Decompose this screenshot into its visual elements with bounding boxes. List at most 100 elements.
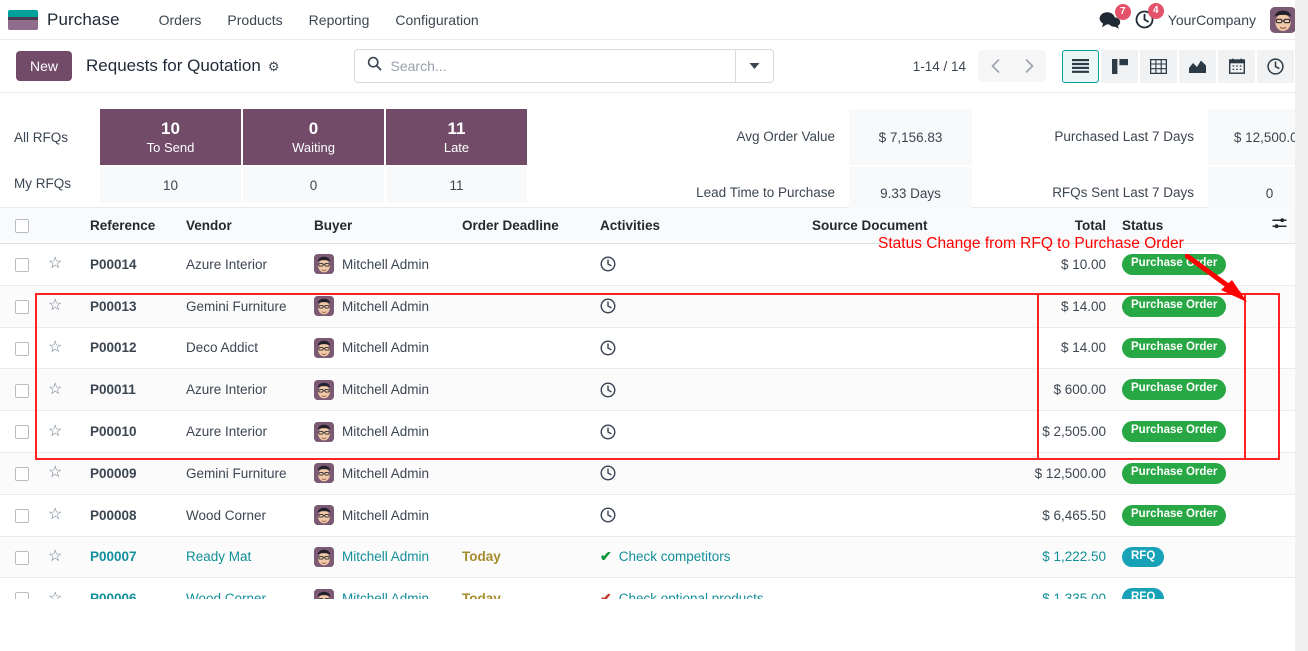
schedule-activity-icon[interactable]: [600, 465, 616, 481]
row-checkbox[interactable]: [15, 425, 29, 440]
cell-total[interactable]: $ 1,222.50: [1004, 536, 1114, 579]
cell-buyer[interactable]: Mitchell Admin: [306, 452, 454, 495]
messages-icon[interactable]: 7: [1099, 3, 1131, 29]
cell-buyer[interactable]: Mitchell Admin: [306, 494, 454, 537]
company-name[interactable]: YourCompany: [1168, 12, 1256, 28]
cell-vendor[interactable]: Azure Interior: [178, 243, 306, 286]
table-row[interactable]: ☆ P00007 Ready Mat Mitchell Admin Today ✔ Chec…: [0, 536, 1297, 579]
cell-buyer[interactable]: Mitchell Admin: [306, 243, 454, 286]
kanban-icon[interactable]: [1101, 49, 1138, 83]
schedule-activity-icon[interactable]: [600, 424, 616, 440]
cell-vendor[interactable]: Wood Corner: [178, 577, 306, 599]
cell-reference[interactable]: P00010: [82, 410, 178, 453]
options-sliders-icon[interactable]: [1272, 217, 1287, 230]
cell-buyer[interactable]: Mitchell Admin: [306, 577, 454, 599]
cell-total[interactable]: $ 600.00: [1004, 368, 1114, 412]
cell-status[interactable]: Purchase Order: [1114, 285, 1264, 328]
cell-buyer[interactable]: Mitchell Admin: [306, 327, 454, 370]
user-avatar[interactable]: [1270, 6, 1296, 33]
star-icon[interactable]: ☆: [48, 548, 62, 565]
menu-item-reporting[interactable]: Reporting: [296, 3, 383, 37]
cell-total[interactable]: $ 14.00: [1004, 285, 1114, 328]
row-checkbox[interactable]: [15, 383, 29, 398]
activity-label[interactable]: Check optional products: [619, 591, 764, 599]
cell-order-deadline[interactable]: Today: [454, 577, 592, 599]
pager-next-button[interactable]: [1012, 50, 1046, 82]
calendar-icon[interactable]: [1218, 49, 1255, 83]
cell-total[interactable]: $ 1,335.00: [1004, 577, 1114, 599]
cell-reference[interactable]: P00011: [82, 368, 178, 412]
cell-source-document[interactable]: [804, 577, 1004, 599]
my-rfqs-late-tile[interactable]: 11: [386, 167, 527, 203]
cell-total[interactable]: $ 6,465.50: [1004, 494, 1114, 537]
cell-vendor[interactable]: Deco Addict: [178, 327, 306, 370]
cell-total[interactable]: $ 2,505.00: [1004, 410, 1114, 453]
cell-status[interactable]: Purchase Order: [1114, 327, 1264, 370]
row-checkbox[interactable]: [15, 341, 29, 356]
table-row[interactable]: ☆ P00013 Gemini Furniture Mitchell Admin $ 1…: [0, 285, 1297, 328]
row-checkbox[interactable]: [15, 592, 29, 599]
cell-source-document[interactable]: [804, 494, 1004, 537]
cell-status[interactable]: Purchase Order: [1114, 410, 1264, 453]
row-checkbox[interactable]: [15, 508, 29, 523]
menu-item-configuration[interactable]: Configuration: [382, 3, 491, 37]
schedule-activity-icon[interactable]: [600, 256, 616, 272]
table-row[interactable]: ☆ P00012 Deco Addict Mitchell Admin $ 14.00 P…: [0, 327, 1297, 370]
all-rfqs-late-tile[interactable]: 11 Late: [386, 109, 527, 165]
cell-vendor[interactable]: Wood Corner: [178, 494, 306, 537]
cell-activities[interactable]: [592, 494, 804, 537]
cell-vendor[interactable]: Ready Mat: [178, 536, 306, 579]
cell-source-document[interactable]: [804, 327, 1004, 370]
cell-buyer[interactable]: Mitchell Admin: [306, 368, 454, 412]
cell-activities[interactable]: ✔ Check competitors: [592, 536, 804, 579]
header-buyer[interactable]: Buyer: [306, 208, 454, 244]
pager-previous-button[interactable]: [978, 50, 1012, 82]
pivot-icon[interactable]: [1140, 49, 1177, 83]
star-icon[interactable]: ☆: [48, 590, 62, 599]
cell-order-deadline[interactable]: [454, 410, 592, 453]
cell-reference[interactable]: P00013: [82, 285, 178, 328]
cell-source-document[interactable]: [804, 368, 1004, 412]
cell-buyer[interactable]: Mitchell Admin: [306, 410, 454, 453]
row-checkbox[interactable]: [15, 550, 29, 565]
table-row[interactable]: ☆ P00008 Wood Corner Mitchell Admin $ 6,465.…: [0, 494, 1297, 537]
cell-source-document[interactable]: [804, 285, 1004, 328]
cell-status[interactable]: RFQ: [1114, 536, 1264, 579]
cell-buyer[interactable]: Mitchell Admin: [306, 536, 454, 579]
cell-reference[interactable]: P00008: [82, 494, 178, 537]
star-icon[interactable]: ☆: [48, 506, 62, 523]
cell-order-deadline[interactable]: [454, 494, 592, 537]
my-rfqs-waiting-tile[interactable]: 0: [243, 167, 384, 203]
star-icon[interactable]: ☆: [48, 381, 62, 398]
cell-activities[interactable]: ✔ Check optional products: [592, 577, 804, 599]
cell-order-deadline[interactable]: [454, 327, 592, 370]
activity-clock-icon[interactable]: [1257, 49, 1294, 83]
cell-status[interactable]: Purchase Order: [1114, 452, 1264, 495]
cell-vendor[interactable]: Gemini Furniture: [178, 285, 306, 328]
cell-reference[interactable]: P00014: [82, 243, 178, 286]
header-activities[interactable]: Activities: [592, 208, 804, 244]
table-row[interactable]: ☆ P00006 Wood Corner Mitchell Admin Today ✔ Ch…: [0, 577, 1297, 599]
search-bar[interactable]: [353, 49, 774, 83]
cell-activities[interactable]: [592, 243, 804, 286]
cell-activities[interactable]: [592, 410, 804, 453]
star-icon[interactable]: ☆: [48, 339, 62, 356]
cell-status[interactable]: Purchase Order: [1114, 368, 1264, 412]
search-input[interactable]: [390, 50, 735, 82]
purchased-last-7-days-value[interactable]: $ 12,500.00: [1208, 109, 1308, 165]
cell-order-deadline[interactable]: [454, 368, 592, 412]
cell-status[interactable]: RFQ: [1114, 577, 1264, 599]
row-checkbox[interactable]: [15, 258, 29, 273]
header-reference[interactable]: Reference: [82, 208, 178, 244]
cell-source-document[interactable]: [804, 536, 1004, 579]
cell-source-document[interactable]: [804, 452, 1004, 495]
graph-icon[interactable]: [1179, 49, 1216, 83]
table-row[interactable]: ☆ P00010 Azure Interior Mitchell Admin $ 2,5…: [0, 410, 1297, 453]
list-icon[interactable]: [1062, 49, 1099, 83]
menu-item-products[interactable]: Products: [214, 3, 295, 37]
cell-activities[interactable]: [592, 452, 804, 495]
cell-reference[interactable]: P00006: [82, 577, 178, 599]
schedule-activity-icon[interactable]: [600, 298, 616, 314]
cell-reference[interactable]: P00012: [82, 327, 178, 370]
cell-activities[interactable]: [592, 285, 804, 328]
